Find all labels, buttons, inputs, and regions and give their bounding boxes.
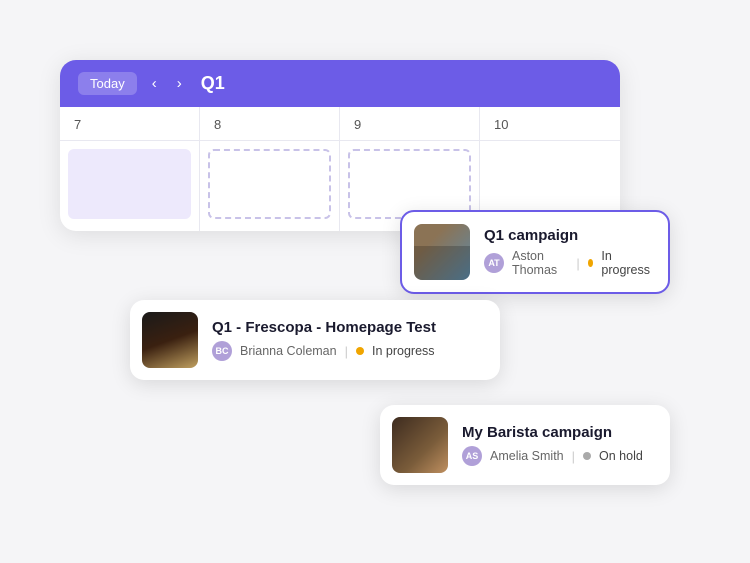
thumbnail-frescopa bbox=[142, 312, 198, 368]
card-q1-campaign[interactable]: Q1 campaign AT Aston Thomas | In progres… bbox=[400, 210, 670, 294]
card-frescopa-title: Q1 - Frescopa - Homepage Test bbox=[212, 319, 436, 336]
status-text-frescopa: In progress bbox=[372, 344, 435, 358]
status-dot-q1 bbox=[588, 259, 594, 267]
card-barista[interactable]: My Barista campaign AS Amelia Smith | On… bbox=[380, 405, 670, 485]
cal-col-7: 7 bbox=[60, 107, 200, 231]
status-dot-frescopa bbox=[356, 347, 364, 355]
calendar-widget: Today ‹ › Q1 7 8 9 10 bbox=[60, 60, 620, 231]
avatar-amelia: AS bbox=[462, 446, 482, 466]
today-button[interactable]: Today bbox=[78, 72, 137, 95]
event-block-7[interactable] bbox=[68, 149, 191, 219]
avatar-brianna: BC bbox=[212, 341, 232, 361]
event-dashed-9[interactable] bbox=[348, 149, 471, 219]
status-text-q1: In progress bbox=[601, 249, 650, 277]
cal-col-8: 8 bbox=[200, 107, 340, 231]
quarter-label: Q1 bbox=[201, 73, 225, 94]
person-aston: Aston Thomas bbox=[512, 249, 568, 277]
status-dot-barista bbox=[583, 452, 591, 460]
card-barista-title: My Barista campaign bbox=[462, 424, 643, 441]
divider-q1: | bbox=[576, 256, 579, 271]
divider-barista: | bbox=[572, 449, 575, 464]
person-brianna: Brianna Coleman bbox=[240, 344, 337, 358]
day-header-9: 9 bbox=[340, 107, 479, 141]
card-frescopa[interactable]: Q1 - Frescopa - Homepage Test BC Brianna… bbox=[130, 300, 500, 380]
next-button[interactable]: › bbox=[172, 73, 187, 94]
avatar-aston: AT bbox=[484, 253, 504, 273]
thumbnail-barista bbox=[392, 417, 448, 473]
card-q1-title: Q1 campaign bbox=[484, 227, 650, 244]
card-barista-info: My Barista campaign AS Amelia Smith | On… bbox=[462, 424, 643, 466]
person-amelia: Amelia Smith bbox=[490, 449, 564, 463]
status-text-barista: On hold bbox=[599, 449, 643, 463]
card-frescopa-meta: BC Brianna Coleman | In progress bbox=[212, 341, 436, 361]
day-body-7 bbox=[60, 141, 199, 231]
day-body-8 bbox=[200, 141, 339, 231]
card-q1-info: Q1 campaign AT Aston Thomas | In progres… bbox=[484, 227, 650, 277]
divider-frescopa: | bbox=[345, 344, 348, 359]
event-dashed-8[interactable] bbox=[208, 149, 331, 219]
card-barista-meta: AS Amelia Smith | On hold bbox=[462, 446, 643, 466]
day-header-7: 7 bbox=[60, 107, 199, 141]
day-header-8: 8 bbox=[200, 107, 339, 141]
calendar-header: Today ‹ › Q1 bbox=[60, 60, 620, 107]
card-q1-meta: AT Aston Thomas | In progress bbox=[484, 249, 650, 277]
thumbnail-q1campaign bbox=[414, 224, 470, 280]
prev-button[interactable]: ‹ bbox=[147, 73, 162, 94]
card-frescopa-info: Q1 - Frescopa - Homepage Test BC Brianna… bbox=[212, 319, 436, 361]
day-header-10: 10 bbox=[480, 107, 620, 141]
